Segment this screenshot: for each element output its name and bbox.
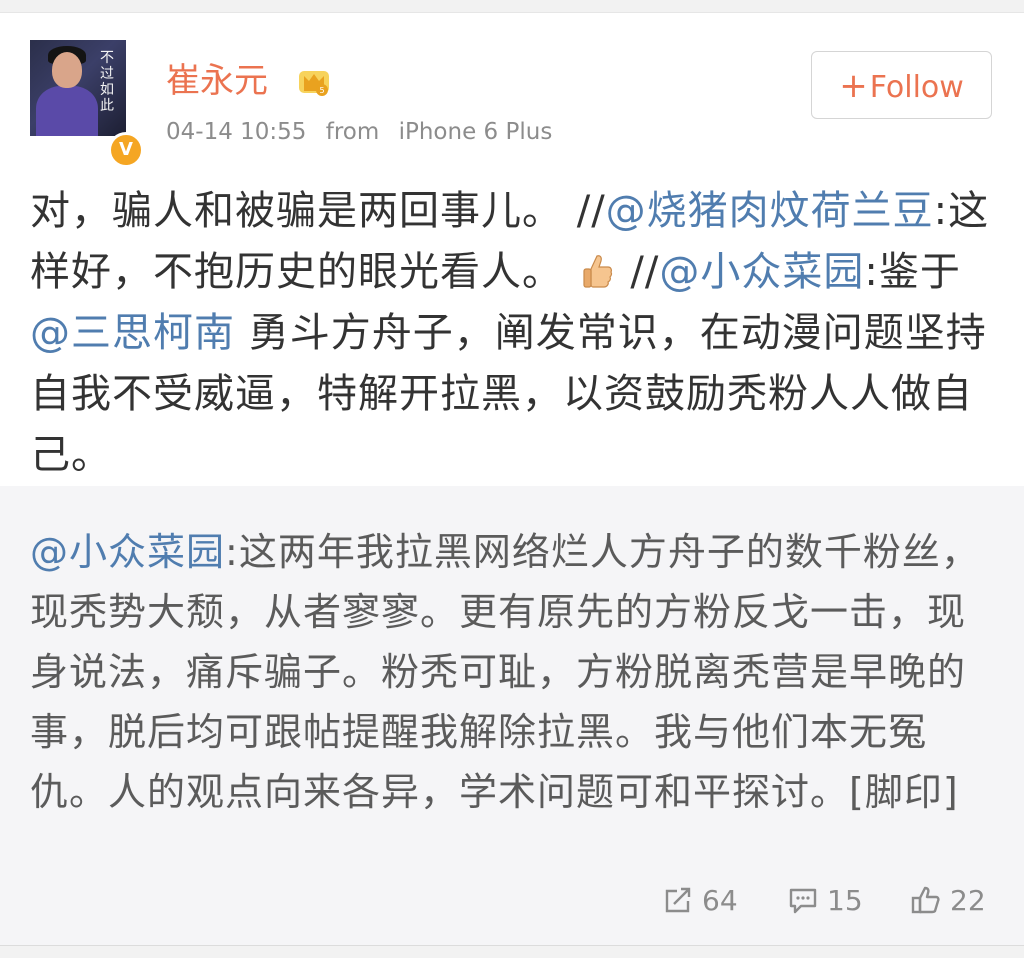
- mention-link[interactable]: @三思柯南: [30, 310, 235, 356]
- comment-count: 15: [827, 883, 863, 917]
- post-card: 不过如此 V 崔永元 5 04-14 10:55 from iPhone 6 P…: [0, 12, 1024, 946]
- action-bar: 64 15 22: [0, 880, 1024, 920]
- mention-link[interactable]: @烧猪肉炆荷兰豆: [606, 188, 934, 234]
- avatar-image[interactable]: 不过如此: [30, 40, 126, 136]
- mention-link[interactable]: @小众菜园: [30, 530, 225, 574]
- retweet-text: @小众菜园:这两年我拉黑网络烂人方舟子的数千粉丝，现秃势大颓，从者寥寥。更有原先…: [30, 522, 980, 822]
- post-text-part: :鉴于: [864, 249, 961, 295]
- svg-text:5: 5: [319, 86, 324, 95]
- like-button[interactable]: 22: [910, 880, 986, 920]
- repost-button[interactable]: 64: [662, 880, 738, 920]
- comment-button[interactable]: 15: [787, 880, 863, 920]
- like-icon: [911, 886, 940, 914]
- follow-button[interactable]: +Follow: [811, 51, 992, 119]
- follow-label: Follow: [869, 70, 964, 105]
- thumbs-up-icon: [583, 255, 612, 288]
- source-label: from: [325, 119, 380, 145]
- weibo-post-page: 不过如此 V 崔永元 5 04-14 10:55 from iPhone 6 P…: [0, 0, 1024, 958]
- repost-icon: [665, 887, 691, 913]
- like-count: 22: [950, 883, 986, 917]
- comment-icon: [789, 888, 817, 914]
- avatar-caption: 不过如此: [100, 50, 114, 114]
- retweet-block[interactable]: @小众菜园:这两年我拉黑网络烂人方舟子的数千粉丝，现秃势大颓，从者寥寥。更有原先…: [0, 486, 1024, 945]
- post-text: 对，骗人和被骗是两回事儿。 //@烧猪肉炆荷兰豆:这样好，不抱历史的眼光看人。 …: [30, 181, 990, 486]
- post-text-part: 对，骗人和被骗是两回事儿。 //: [30, 188, 606, 234]
- author-name[interactable]: 崔永元: [166, 59, 268, 103]
- repost-count: 64: [702, 883, 738, 917]
- post-text-part: //: [616, 249, 660, 295]
- avatar[interactable]: 不过如此 V: [30, 40, 144, 168]
- plus-icon: +: [839, 66, 868, 106]
- post-meta: 04-14 10:55 from iPhone 6 Plus: [166, 117, 564, 147]
- timestamp: 04-14 10:55: [166, 119, 307, 145]
- crown-icon: 5: [299, 71, 329, 96]
- device-name[interactable]: iPhone 6 Plus: [399, 119, 553, 145]
- mention-link[interactable]: @小众菜园: [659, 249, 864, 295]
- verified-icon: V: [108, 132, 144, 168]
